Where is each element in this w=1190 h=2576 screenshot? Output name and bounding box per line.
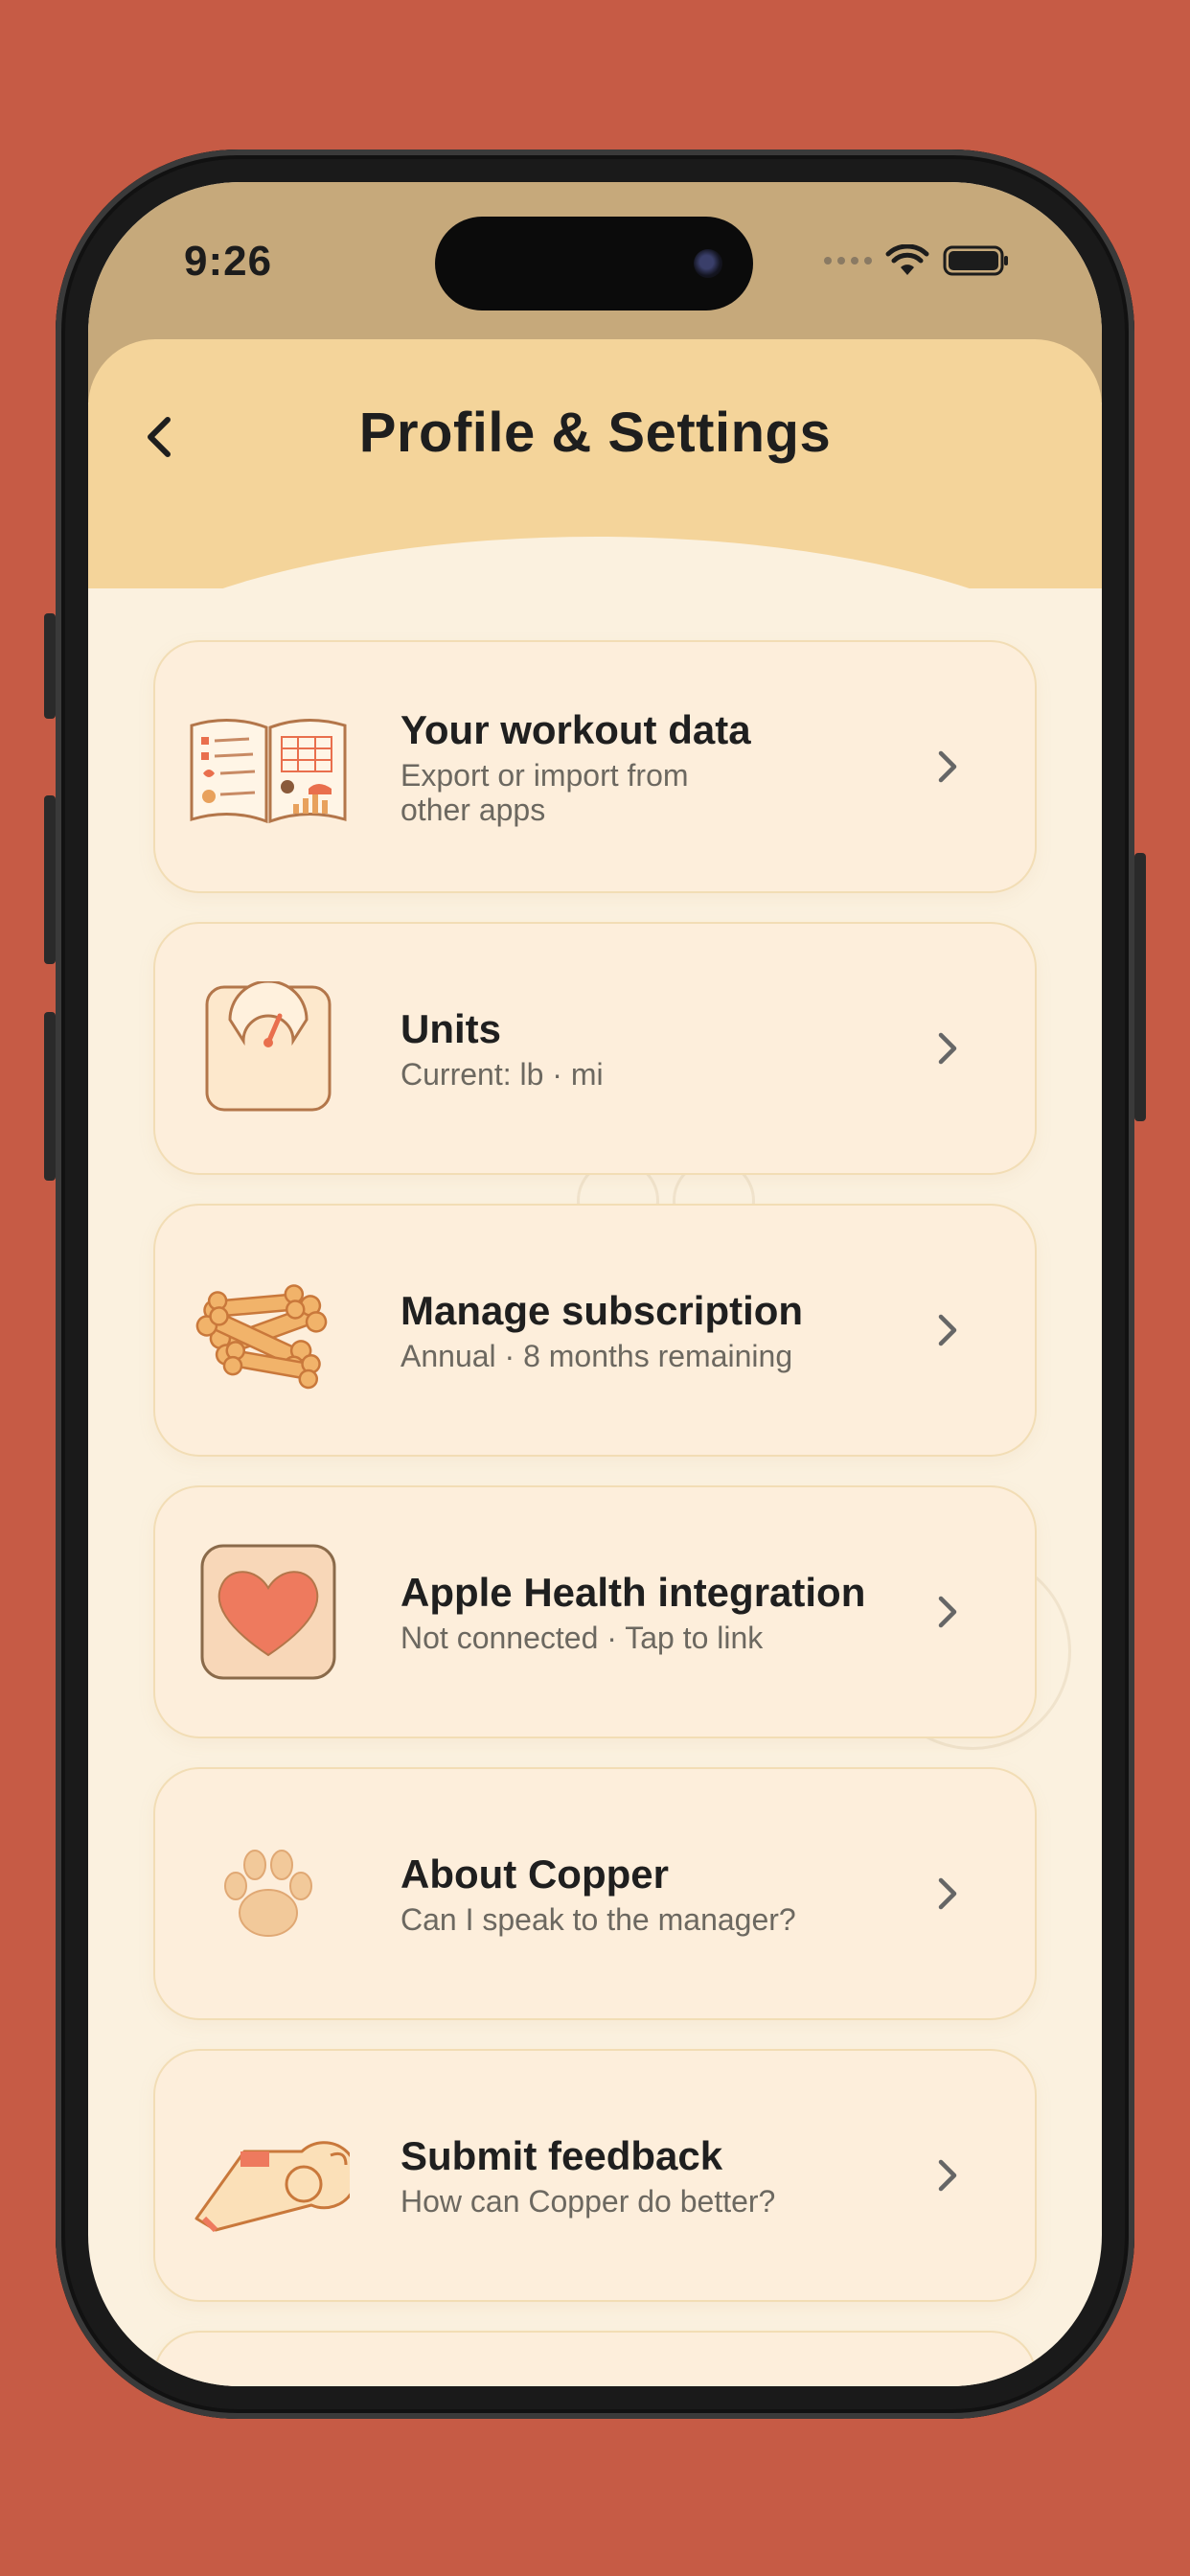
chevron-right-icon bbox=[938, 2159, 957, 2192]
workout-journal-icon bbox=[182, 695, 355, 839]
settings-item-units[interactable]: Units Current: lb · mi bbox=[153, 922, 1037, 1175]
settings-item-subtitle: Current: lb · mi bbox=[400, 1057, 604, 1092]
settings-item-partial[interactable] bbox=[153, 2331, 1037, 2386]
settings-item-title: Manage subscription bbox=[400, 1288, 804, 1333]
chevron-right-icon bbox=[938, 1314, 957, 1346]
settings-item-subtitle: Can I speak to the manager? bbox=[400, 1902, 796, 1937]
settings-item-text: Your workout data Export or import from … bbox=[400, 706, 937, 827]
app-screen: 9:26 Profile & Settings Your workout dat… bbox=[88, 182, 1102, 2386]
settings-item-feedback[interactable]: Submit feedback How can Copper do better… bbox=[153, 2049, 1037, 2302]
settings-item-text: Units Current: lb · mi bbox=[400, 1005, 937, 1092]
paw-icon bbox=[182, 1822, 355, 1966]
phone-power-button bbox=[1134, 853, 1146, 1121]
chevron-right-icon bbox=[938, 750, 957, 783]
phone-volume-down-button bbox=[44, 1012, 56, 1181]
settings-item-title: Apple Health integration bbox=[400, 1570, 866, 1615]
phone-volume-up-button bbox=[44, 795, 56, 964]
settings-item-text: Submit feedback How can Copper do better… bbox=[400, 2132, 937, 2219]
heart-icon bbox=[182, 1540, 355, 1684]
settings-item-title: Submit feedback bbox=[400, 2133, 723, 2178]
dynamic-island bbox=[435, 217, 753, 310]
settings-item-subtitle: How can Copper do better? bbox=[400, 2184, 776, 2219]
scale-icon bbox=[182, 977, 355, 1120]
wifi-icon bbox=[885, 244, 929, 275]
whistle-icon bbox=[182, 2104, 355, 2247]
battery-icon bbox=[943, 245, 1008, 276]
settings-item-text: Apple Health integration Not connected ·… bbox=[400, 1569, 937, 1655]
settings-item-about[interactable]: About Copper Can I speak to the manager? bbox=[153, 1767, 1037, 2020]
settings-item-text: Manage subscription Annual · 8 months re… bbox=[400, 1287, 937, 1373]
chevron-right-icon bbox=[938, 1877, 957, 1910]
settings-item-title: Units bbox=[400, 1006, 501, 1051]
settings-item-text: About Copper Can I speak to the manager? bbox=[400, 1851, 937, 1937]
settings-item-subtitle: Export or import from other apps bbox=[400, 758, 689, 827]
chevron-right-icon bbox=[938, 1032, 957, 1065]
page-title: Profile & Settings bbox=[358, 402, 832, 464]
status-time: 9:26 bbox=[184, 238, 273, 285]
chevron-right-icon bbox=[938, 1596, 957, 1628]
settings-item-subtitle: Annual · 8 months remaining bbox=[400, 1339, 793, 1373]
settings-item-workout-data[interactable]: Your workout data Export or import from … bbox=[153, 640, 1037, 893]
settings-item-title: About Copper bbox=[400, 1852, 669, 1897]
phone-action-button bbox=[44, 613, 56, 719]
settings-item-title: Your workout data bbox=[400, 707, 751, 752]
settings-item-subtitle: Not connected · Tap to link bbox=[400, 1621, 764, 1655]
status-icons bbox=[824, 242, 1010, 280]
signal-icon bbox=[824, 257, 872, 264]
settings-item-apple-health[interactable]: Apple Health integration Not connected ·… bbox=[153, 1485, 1037, 1738]
settings-item-subscription[interactable]: Manage subscription Annual · 8 months re… bbox=[153, 1204, 1037, 1457]
dog-bones-icon bbox=[182, 1258, 355, 1402]
camera-icon bbox=[694, 249, 722, 278]
